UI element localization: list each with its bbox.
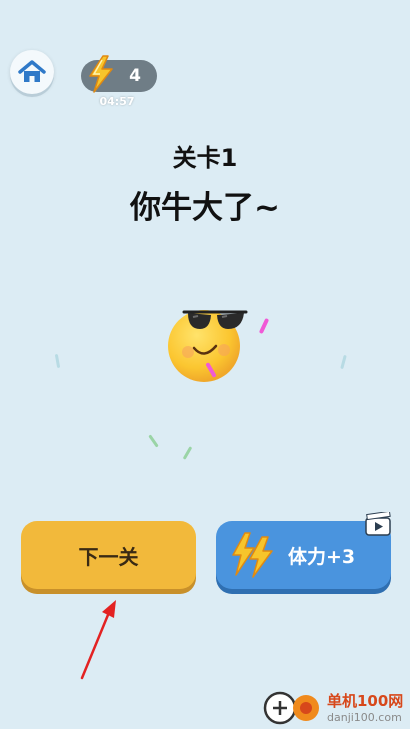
- watermark-url: danji100.com: [327, 711, 402, 724]
- home-button[interactable]: [10, 50, 54, 94]
- double-lightning-icon: [232, 532, 273, 578]
- pointer-arrow-icon: [80, 600, 116, 680]
- energy-count: 4: [129, 66, 141, 86]
- level-title: 关卡1: [172, 144, 238, 172]
- confetti: [182, 446, 193, 460]
- confetti: [340, 354, 347, 370]
- watermark-logo: [263, 691, 319, 725]
- watermark-name: 单机100网: [327, 692, 404, 710]
- praise-message: 你牛大了~: [130, 190, 280, 226]
- energy-plus-label: 体力+3: [288, 545, 356, 568]
- confetti: [54, 353, 61, 369]
- confetti: [148, 434, 159, 448]
- confetti: [258, 317, 270, 335]
- home-icon: [18, 60, 46, 82]
- sunglasses-emoji: [168, 310, 248, 382]
- energy-timer: 04:57: [99, 95, 135, 108]
- video-ad-icon: [365, 512, 391, 536]
- next-level-button[interactable]: 下一关: [21, 521, 196, 589]
- lightning-icon: [89, 55, 113, 93]
- next-level-label: 下一关: [78, 544, 139, 569]
